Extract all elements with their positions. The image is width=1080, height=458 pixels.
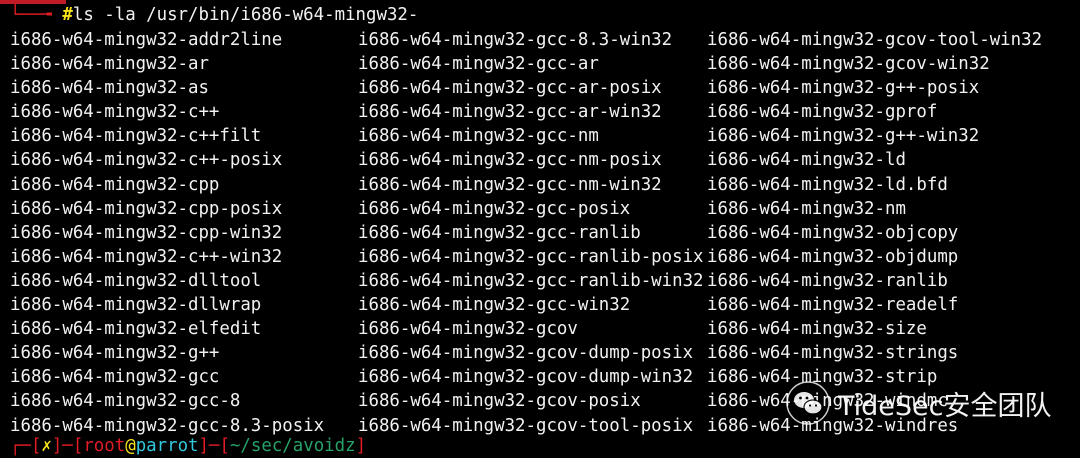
prompt-bracket: ┌─[ <box>10 436 42 456</box>
file-entry: i686-w64-mingw32-g++-posix <box>707 78 980 99</box>
file-entry: i686-w64-mingw32-c++ <box>10 102 220 123</box>
watermark: TideSec安全团队 <box>786 380 1052 426</box>
prompt-separator: ]─[ <box>51 436 84 456</box>
file-entry: i686-w64-mingw32-gcc <box>10 367 220 388</box>
file-entry: i686-w64-mingw32-gcc-posix <box>358 198 631 219</box>
prompt-user: root <box>83 436 126 456</box>
file-entry: i686-w64-mingw32-size <box>707 319 927 340</box>
file-entry: i686-w64-mingw32-c++-win32 <box>10 246 283 267</box>
file-entry: i686-w64-mingw32-objcopy <box>707 222 959 243</box>
file-listing: i686-w64-mingw32-addr2line i686-w64-mingw… <box>10 28 1043 438</box>
file-entry: i686-w64-mingw32-gcc-8 <box>10 391 241 412</box>
file-entry: i686-w64-mingw32-gcc-win32 <box>358 295 631 316</box>
file-entry: i686-w64-mingw32-g++ <box>10 343 220 364</box>
file-entry: i686-w64-mingw32-c++-posix <box>10 150 283 171</box>
prompt-separator: ]─[ <box>198 436 230 456</box>
file-entry: i686-w64-mingw32-gcov-win32 <box>707 54 990 75</box>
file-entry: i686-w64-mingw32-g++-win32 <box>707 126 980 147</box>
file-entry: i686-w64-mingw32-gcov-dump-posix <box>358 343 694 364</box>
prompt-path: ~/sec/avoidz <box>229 436 356 456</box>
command-line: └──╼ #ls -la /usr/bin/i686-w64-mingw32- <box>10 3 418 27</box>
file-entry: i686-w64-mingw32-ar <box>10 54 209 75</box>
file-entry: i686-w64-mingw32-addr2line <box>10 30 283 50</box>
file-entry: i686-w64-mingw32-gcc-nm-posix <box>358 150 662 171</box>
prompt-host: parrot <box>135 436 199 456</box>
file-entry: i686-w64-mingw32-dlltool <box>10 270 262 291</box>
file-entry: i686-w64-mingw32-cpp-posix <box>10 198 283 219</box>
file-entry: i686-w64-mingw32-gcc-ranlib <box>358 222 641 243</box>
file-entry: i686-w64-mingw32-gcov-tool-win32 <box>707 30 1043 50</box>
file-entry: i686-w64-mingw32-c++filt <box>10 126 262 147</box>
prompt-corner: └──╼ <box>10 5 63 25</box>
file-entry: i686-w64-mingw32-ld <box>707 150 906 171</box>
file-entry: i686-w64-mingw32-gcc-8.3-win32 <box>358 30 673 50</box>
next-prompt: ┌─[✗]─[root@parrot]─[~/sec/avoidz] <box>10 434 366 458</box>
file-entry: i686-w64-mingw32-ld.bfd <box>707 174 948 195</box>
file-entry: i686-w64-mingw32-ranlib <box>707 270 948 291</box>
prompt-at: @ <box>125 436 136 456</box>
file-entry: i686-w64-mingw32-dllwrap <box>10 295 262 316</box>
file-entry: i686-w64-mingw32-strings <box>707 343 959 364</box>
terminal-window[interactable]: └──╼ #ls -la /usr/bin/i686-w64-mingw32- … <box>0 0 1080 456</box>
file-entry: i686-w64-mingw32-gcov-tool-posix <box>358 415 694 436</box>
file-entry: i686-w64-mingw32-gcc-ranlib-posix <box>358 246 704 267</box>
prompt-bracket: ] <box>355 436 367 456</box>
exit-status-mark: ✗ <box>41 436 52 456</box>
file-entry: i686-w64-mingw32-objdump <box>707 246 959 267</box>
file-entry: i686-w64-mingw32-cpp <box>10 174 220 195</box>
wechat-icon <box>786 381 830 425</box>
file-entry: i686-w64-mingw32-gcc-ranlib-win32 <box>358 270 704 291</box>
file-entry: i686-w64-mingw32-gcov-posix <box>358 391 641 412</box>
file-entry: i686-w64-mingw32-gcc-ar-posix <box>358 78 662 99</box>
file-entry: i686-w64-mingw32-gcov <box>358 319 578 340</box>
file-entry: i686-w64-mingw32-gcc-nm <box>358 126 599 147</box>
file-entry: i686-w64-mingw32-gcc-ar-win32 <box>358 102 662 123</box>
file-entry: i686-w64-mingw32-gcc-ar <box>358 54 599 75</box>
root-prompt-symbol: # <box>62 5 73 25</box>
file-entry: i686-w64-mingw32-nm <box>707 198 906 219</box>
file-entry: i686-w64-mingw32-gcov-dump-win32 <box>358 367 694 388</box>
watermark-text: TideSec安全团队 <box>838 390 1052 422</box>
file-entry: i686-w64-mingw32-as <box>10 78 209 99</box>
file-entry: i686-w64-mingw32-readelf <box>707 295 959 316</box>
file-entry: i686-w64-mingw32-gprof <box>707 102 938 123</box>
file-entry: i686-w64-mingw32-elfedit <box>10 319 262 340</box>
command-text: ls -la /usr/bin/i686-w64-mingw32- <box>72 5 419 25</box>
file-entry: i686-w64-mingw32-cpp-win32 <box>10 222 283 243</box>
file-entry: i686-w64-mingw32-gcc-nm-win32 <box>358 174 662 195</box>
